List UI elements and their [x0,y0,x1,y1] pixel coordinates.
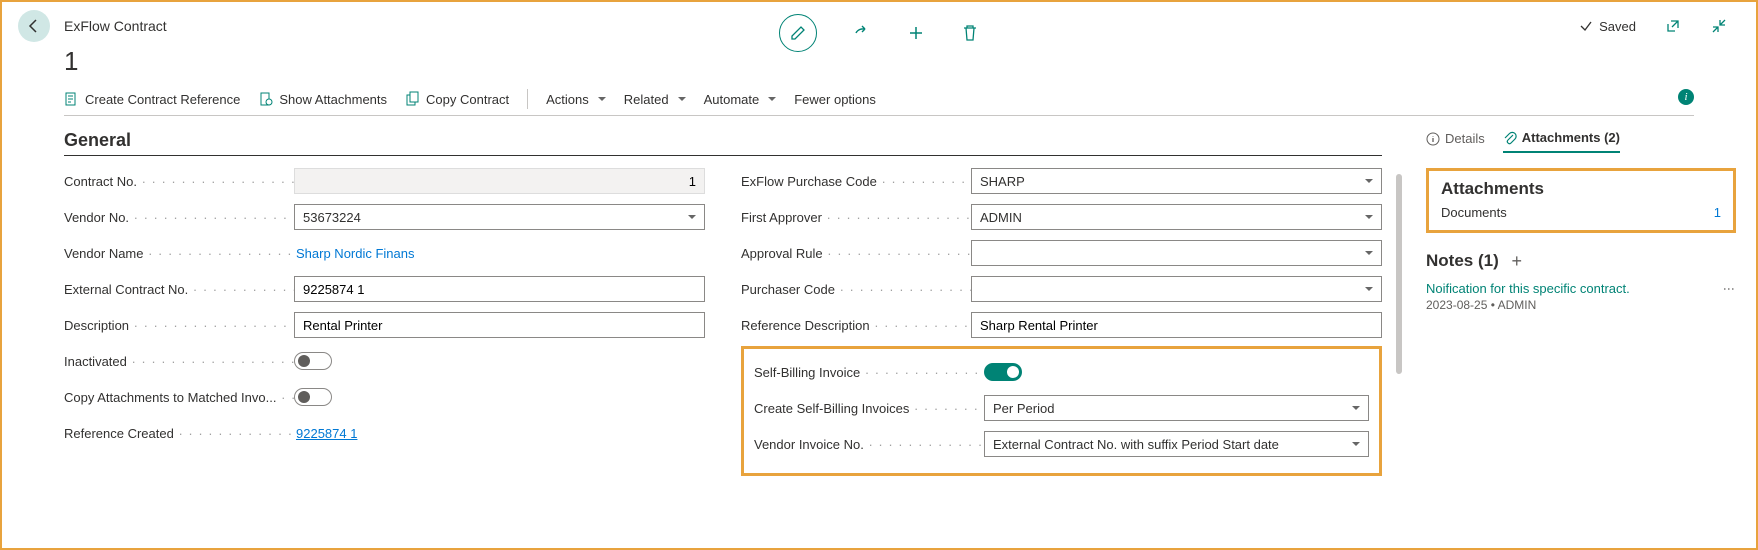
description-field[interactable] [294,312,705,338]
page-type-label: ExFlow Contract [64,18,167,34]
note-item: Noification for this specific contract. … [1426,281,1736,312]
vendor-invoice-no-label: Vendor Invoice No. [754,437,984,452]
attachment-icon [258,91,274,107]
first-approver-label: First Approver [741,210,971,225]
approval-rule-label: Approval Rule [741,246,971,261]
actions-menu[interactable]: Actions [546,92,606,107]
documents-count[interactable]: 1 [1714,205,1721,220]
notes-heading: Notes (1) [1426,251,1499,271]
fewer-options-button[interactable]: Fewer options [794,92,876,107]
first-approver-field[interactable]: ADMIN [971,204,1382,230]
toolbar: Create Contract Reference Show Attachmen… [64,85,1694,116]
new-icon[interactable] [907,24,925,42]
note-more-icon[interactable]: ⋮ [1722,283,1736,296]
contract-no-field[interactable] [294,168,705,194]
edit-button[interactable] [779,14,817,52]
info-icon[interactable]: i [1678,89,1694,105]
vendor-no-field[interactable]: 53673224 [294,204,705,230]
vendor-name-link[interactable]: Sharp Nordic Finans [294,246,415,261]
reference-description-field[interactable] [971,312,1382,338]
inactivated-label: Inactivated [64,354,294,369]
purchaser-code-label: Purchaser Code [741,282,971,297]
approval-rule-field[interactable] [971,240,1382,266]
tab-details[interactable]: Details [1426,130,1485,153]
info-icon [1426,132,1440,146]
inactivated-toggle[interactable] [294,352,332,370]
contract-no-label: Contract No. [64,174,294,189]
reference-description-label: Reference Description [741,318,971,333]
self-billing-toggle[interactable] [984,363,1022,381]
toolbar-separator [527,89,528,109]
copy-contract-button[interactable]: Copy Contract [405,91,509,107]
documents-label[interactable]: Documents [1441,205,1507,220]
general-section-title[interactable]: General [64,130,1382,156]
reference-created-link[interactable]: 9225874 1 [294,426,357,441]
share-icon[interactable] [853,24,871,42]
create-sbi-label: Create Self-Billing Invoices [754,401,984,416]
purchaser-code-field[interactable] [971,276,1382,302]
note-meta: 2023-08-25 • ADMIN [1426,298,1716,312]
add-note-button[interactable]: + [1507,251,1527,271]
purchase-code-label: ExFlow Purchase Code [741,174,971,189]
automate-menu[interactable]: Automate [704,92,777,107]
create-sbi-field[interactable]: Per Period [984,395,1369,421]
tab-attachments[interactable]: Attachments (2) [1503,130,1620,153]
self-billing-highlight: Self-Billing Invoice Create Self-Billing… [741,346,1382,476]
vendor-no-label: Vendor No. [64,210,294,225]
delete-icon[interactable] [961,24,979,42]
paperclip-icon [1503,131,1517,145]
saved-indicator: Saved [1579,19,1636,34]
reference-created-label: Reference Created [64,426,294,441]
create-contract-reference-button[interactable]: Create Contract Reference [64,91,240,107]
attachments-heading: Attachments [1441,179,1721,199]
attachments-panel: Attachments Documents 1 [1426,168,1736,233]
doc-ref-icon [64,91,80,107]
copy-attachments-toggle[interactable] [294,388,332,406]
show-attachments-button[interactable]: Show Attachments [258,91,387,107]
copy-attachments-label: Copy Attachments to Matched Invo... [64,390,294,405]
external-contract-no-field[interactable] [294,276,705,302]
purchase-code-field[interactable]: SHARP [971,168,1382,194]
note-link[interactable]: Noification for this specific contract. [1426,281,1716,296]
self-billing-label: Self-Billing Invoice [754,365,984,380]
scrollbar[interactable] [1396,174,1402,374]
saved-label: Saved [1599,19,1636,34]
vendor-invoice-no-field[interactable]: External Contract No. with suffix Period… [984,431,1369,457]
collapse-icon[interactable] [1710,17,1728,35]
popout-icon[interactable] [1664,17,1682,35]
back-button[interactable] [18,10,50,42]
vendor-name-label: Vendor Name [64,246,294,261]
description-label: Description [64,318,294,333]
related-menu[interactable]: Related [624,92,686,107]
copy-icon [405,91,421,107]
external-contract-no-label: External Contract No. [64,282,294,297]
